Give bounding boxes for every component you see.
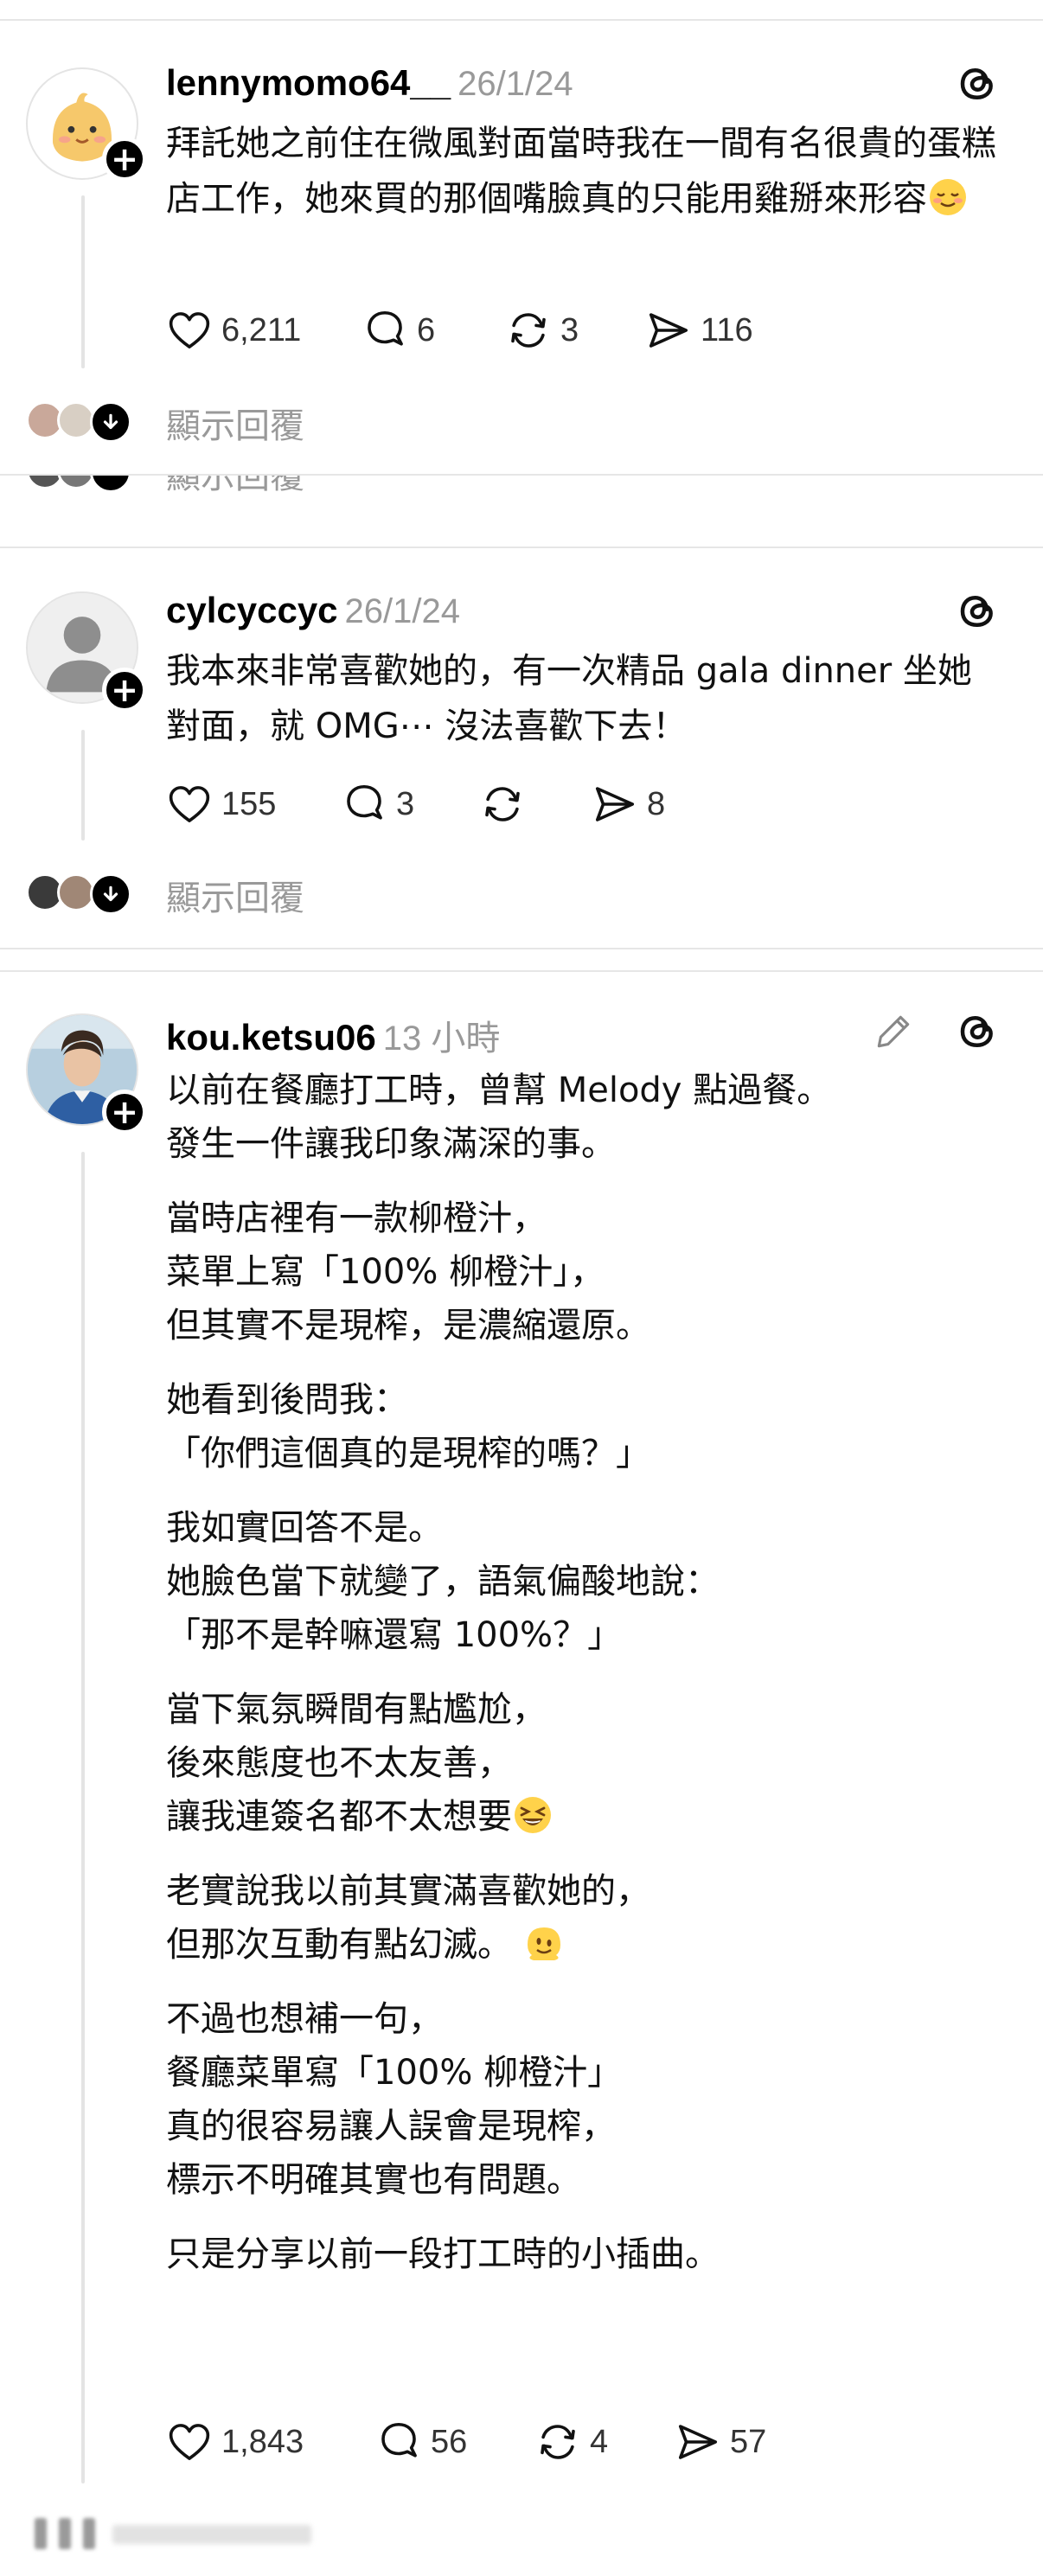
post-divider bbox=[0, 948, 1043, 949]
reply-avatar bbox=[57, 476, 95, 489]
like-button[interactable]: 155 bbox=[166, 778, 276, 830]
threads-icon[interactable] bbox=[955, 1008, 1001, 1055]
post-body: 我本來非常喜歡她的，有一次精品 gala dinner 坐她對面，就 OMG⋯ … bbox=[166, 651, 972, 746]
thread-line bbox=[81, 195, 85, 368]
repost-count: 3 bbox=[560, 311, 579, 348]
share-count: 57 bbox=[730, 2423, 767, 2460]
like-count: 6,211 bbox=[221, 311, 302, 348]
share-count: 8 bbox=[647, 785, 666, 822]
show-replies-label: 顯示回覆 bbox=[166, 879, 304, 918]
repost-count: 4 bbox=[590, 2423, 609, 2460]
comment-icon bbox=[381, 2422, 417, 2458]
comment-icon bbox=[368, 310, 403, 346]
heart-icon bbox=[169, 786, 210, 822]
heart-icon bbox=[169, 2424, 210, 2460]
thread-line bbox=[81, 730, 85, 841]
comment-button[interactable]: 56 bbox=[375, 2416, 467, 2468]
paragraph: 我如實回答不是。 她臉色當下就變了，語氣偏酸地說： 「那不是幹嘛還寫 100%？… bbox=[166, 1508, 720, 1655]
thread-line bbox=[81, 1152, 85, 2483]
post-actions: 1,843 56 4 57 bbox=[166, 2416, 944, 2468]
comment-count: 56 bbox=[431, 2423, 468, 2460]
hidden-reply-row: 顯示回覆 bbox=[0, 476, 1043, 519]
pencil-icon[interactable] bbox=[872, 1010, 915, 1053]
post-timestamp: 26/1/24 bbox=[344, 592, 461, 630]
paragraph: 當下氣氛瞬間有點尷尬， 後來態度也不太友善， 讓我連簽名都不太想要 bbox=[166, 1683, 1005, 1844]
show-replies-button[interactable]: 顯示回覆 bbox=[26, 401, 372, 453]
hidden-reply-label: 顯示回覆 bbox=[166, 476, 304, 496]
comment-icon bbox=[347, 784, 382, 820]
follow-plus-icon[interactable]: + bbox=[102, 668, 147, 713]
repost-button[interactable]: 3 bbox=[505, 304, 579, 356]
share-count: 116 bbox=[701, 311, 753, 348]
repost-icon bbox=[485, 787, 520, 821]
heart-icon bbox=[169, 312, 210, 348]
like-button[interactable]: 1,843 bbox=[166, 2416, 304, 2468]
post-timestamp: 26/1/24 bbox=[458, 65, 573, 103]
post-actions: 155 3 8 bbox=[166, 778, 944, 830]
comment-count: 3 bbox=[396, 785, 415, 822]
post-body: 以前在餐廳打工時，曾幫 Melody 點過餐。 發生一件讓我印象滿深的事。 當時… bbox=[166, 1064, 1005, 2302]
post-username[interactable]: cylcyccyc 26/1/24 bbox=[166, 590, 460, 631]
post-username[interactable]: lennymomo64__ 26/1/24 bbox=[166, 62, 573, 104]
comment-count: 6 bbox=[417, 311, 436, 348]
grinning-squinting-emoji bbox=[515, 1797, 551, 1833]
relieved-face-emoji bbox=[930, 179, 966, 215]
post-divider bbox=[0, 970, 1043, 972]
paragraph: 以前在餐廳打工時，曾幫 Melody 點過餐。 發生一件讓我印象滿深的事。 bbox=[166, 1071, 832, 1164]
paragraph: 只是分享以前一段打工時的小插曲。 bbox=[166, 2234, 720, 2274]
share-button[interactable]: 8 bbox=[592, 778, 665, 830]
threads-icon[interactable] bbox=[955, 588, 1001, 635]
like-count: 155 bbox=[221, 785, 277, 822]
comment-button[interactable]: 6 bbox=[362, 304, 435, 356]
post-actions: 6,211 6 3 116 bbox=[166, 304, 944, 356]
melting-face-emoji bbox=[527, 1927, 560, 1960]
arrow-down-icon bbox=[90, 476, 131, 493]
share-icon bbox=[678, 2425, 718, 2459]
post-username[interactable]: kou.ketsu06 13 小時 bbox=[166, 1010, 500, 1060]
threads-icon[interactable] bbox=[955, 61, 1001, 107]
like-count: 1,843 bbox=[221, 2423, 304, 2460]
follow-plus-icon[interactable]: + bbox=[102, 1090, 147, 1135]
comment-button[interactable]: 3 bbox=[341, 778, 414, 830]
follow-plus-icon[interactable]: + bbox=[102, 137, 147, 182]
share-button[interactable]: 116 bbox=[645, 304, 753, 356]
top-divider bbox=[0, 19, 1043, 21]
paragraph: 她看到後問我： 「你們這個真的是現榨的嗎？」 bbox=[166, 1380, 650, 1473]
repost-icon bbox=[541, 2425, 575, 2459]
post-divider bbox=[0, 547, 1043, 548]
arrow-down-icon bbox=[90, 873, 131, 915]
arrow-down-icon bbox=[90, 401, 131, 443]
paragraph: 當時店裡有一款柳橙汁， 菜單上寫「100% 柳橙汁」， 但其實不是現榨，是濃縮還… bbox=[166, 1199, 650, 1346]
repost-button[interactable]: 4 bbox=[534, 2416, 608, 2468]
like-button[interactable]: 6,211 bbox=[166, 304, 301, 356]
share-icon bbox=[595, 787, 635, 821]
post-body: 拜託她之前住在微風對面當時我在一間有名很貴的蛋糕店工作，她來買的那個嘴臉真的只能… bbox=[166, 124, 996, 219]
share-icon bbox=[649, 313, 688, 348]
show-replies-button[interactable]: 顯示回覆 bbox=[26, 873, 372, 925]
post-timestamp: 13 小時 bbox=[382, 1020, 501, 1058]
repost-icon bbox=[511, 313, 546, 348]
show-replies-label: 顯示回覆 bbox=[166, 406, 304, 446]
paragraph: 不過也想補一句， 餐廳菜單寫「100% 柳橙汁」 真的很容易讓人誤會是現榨， 標… bbox=[166, 1999, 623, 2200]
share-button[interactable]: 57 bbox=[675, 2416, 766, 2468]
paragraph: 老實說我以前其實滿喜歡她的， 但那次互動有點幻滅。 bbox=[166, 1871, 650, 1965]
bottom-blur-row bbox=[35, 2515, 320, 2554]
repost-button[interactable] bbox=[479, 778, 534, 830]
